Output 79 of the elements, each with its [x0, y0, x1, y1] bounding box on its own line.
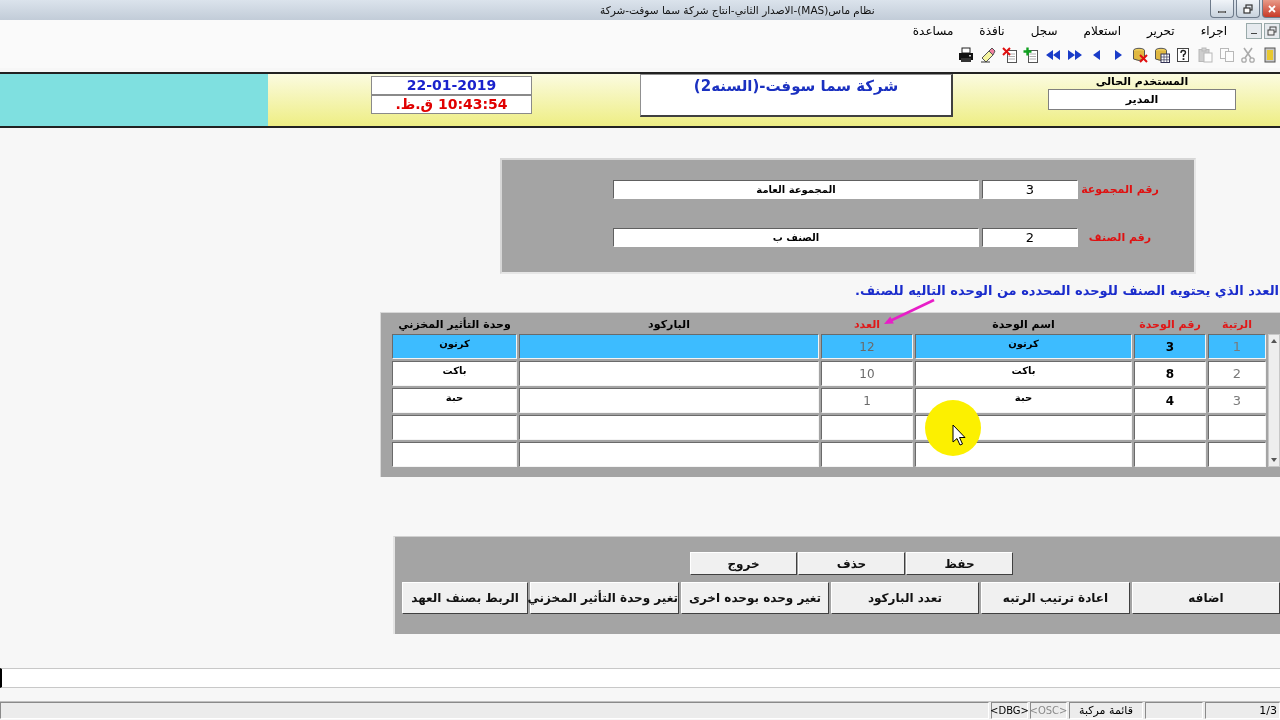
close-icon [1266, 3, 1277, 14]
company-title: شركة سما سوفت-(السنه2) [640, 74, 953, 117]
name-field[interactable]: الصنف ب [613, 228, 979, 247]
field-label: رقم المجموعة [1081, 183, 1159, 196]
minimize-icon [1218, 10, 1226, 13]
close-button[interactable] [1262, 0, 1280, 18]
table-cell: 3 [1134, 334, 1206, 359]
column-header: رقم الوحدة [1139, 317, 1201, 331]
restore-icon [1243, 3, 1253, 14]
double-left-arrow-icon[interactable] [1045, 47, 1062, 63]
table-cell: باكت [915, 361, 1132, 386]
table-cell: 3 [1208, 388, 1266, 413]
document-x-icon[interactable] [1001, 47, 1018, 63]
table-cell: 10 [821, 361, 913, 386]
instruction-text: العدد الذي يحتويه الصنف للوحده المحدده من الوحده التاليه للصنف. [853, 283, 1280, 299]
column-header: وحدة التأثير المخزني [398, 317, 511, 331]
status-panel [1145, 702, 1203, 719]
table-cell: 12 [821, 334, 913, 359]
user-label: المستخدم الحالى [1095, 74, 1189, 89]
command-field[interactable] [0, 668, 1280, 688]
eraser-icon[interactable] [980, 47, 997, 63]
menu-item[interactable]: تحرير [1133, 24, 1188, 38]
status-panel: <OSC> [1030, 702, 1067, 719]
minimize-button[interactable] [1246, 23, 1262, 39]
action-button[interactable]: تعدد الباركود [831, 582, 979, 614]
printer-icon[interactable] [958, 47, 975, 63]
code-field[interactable]: 3 [982, 180, 1078, 199]
double-right-arrow-icon[interactable] [1066, 47, 1083, 63]
menu-item[interactable]: مساعدة [899, 24, 967, 38]
action-button[interactable]: اضافه [1132, 582, 1280, 614]
restore-button[interactable] [1236, 0, 1260, 18]
table-cell: حبة [915, 388, 1132, 413]
column-header: اسم الوحدة [992, 317, 1055, 331]
status-panel: 1/3 [1205, 702, 1280, 719]
table-cell: 8 [1134, 361, 1206, 386]
restore-icon [1267, 26, 1277, 36]
action-button[interactable]: حفظ [906, 552, 1013, 575]
menu-item[interactable]: اجراء [1187, 24, 1240, 38]
user-field: المدير [1048, 89, 1236, 110]
table-cell: كرتون [915, 334, 1132, 359]
date-field: 22-01-2019 [371, 76, 532, 95]
status-panel: <DBG> [991, 702, 1028, 719]
table-cell: 1 [821, 388, 913, 413]
table-cell: باكت [392, 361, 517, 386]
action-button[interactable]: حذف [798, 552, 905, 575]
column-header: الباركود [648, 317, 690, 331]
table-cell: 2 [1208, 361, 1266, 386]
action-button[interactable]: اعادة ترتيب الرتبه [981, 582, 1130, 614]
mouse-pointer-icon [925, 400, 981, 456]
menu-item[interactable]: سجل [1017, 24, 1071, 38]
column-header: الرتبة [1222, 317, 1253, 331]
table-cell: 1 [1208, 334, 1266, 359]
table-cell: كرتون [392, 334, 517, 359]
action-button[interactable]: خروج [690, 552, 797, 575]
time-field: 10:43:54 ق.ظ. [371, 95, 532, 114]
restore-button[interactable] [1264, 23, 1280, 39]
door-icon[interactable] [1262, 47, 1278, 63]
action-button[interactable]: الربط بصنف العهد [402, 582, 528, 614]
name-field[interactable]: المجموعة العامة [613, 180, 979, 199]
down-arrow-icon[interactable] [1271, 458, 1277, 462]
action-button[interactable]: تغير وحدة التأثير المخزني [530, 582, 679, 614]
minimize-icon [1251, 32, 1257, 34]
up-arrow-icon[interactable] [1271, 339, 1277, 343]
database-delete-icon[interactable] [1131, 47, 1148, 63]
code-field[interactable]: 2 [982, 228, 1078, 247]
document-plus-icon[interactable] [1023, 47, 1040, 63]
menu-item[interactable]: استعلام [1070, 24, 1134, 38]
menu-item[interactable]: نافذة [966, 24, 1018, 38]
scrollbar[interactable] [1268, 334, 1280, 467]
table-cell: حبة [392, 388, 517, 413]
minimize-button[interactable] [1210, 0, 1234, 18]
table-cell: 4 [1134, 388, 1206, 413]
database-grid-icon[interactable] [1153, 47, 1170, 63]
window-title: نظام ماس(MAS)-الاصدار الثاني-انتاج شركة سما سوفت-شركة [600, 3, 875, 17]
status-panel: قائمة مركبة [1069, 702, 1143, 719]
field-label: رقم الصنف [1087, 231, 1153, 244]
column-header: العدد [853, 317, 881, 331]
question-document-icon[interactable] [1175, 47, 1192, 63]
action-button[interactable]: تغير وحده بوحده اخرى [681, 582, 829, 614]
